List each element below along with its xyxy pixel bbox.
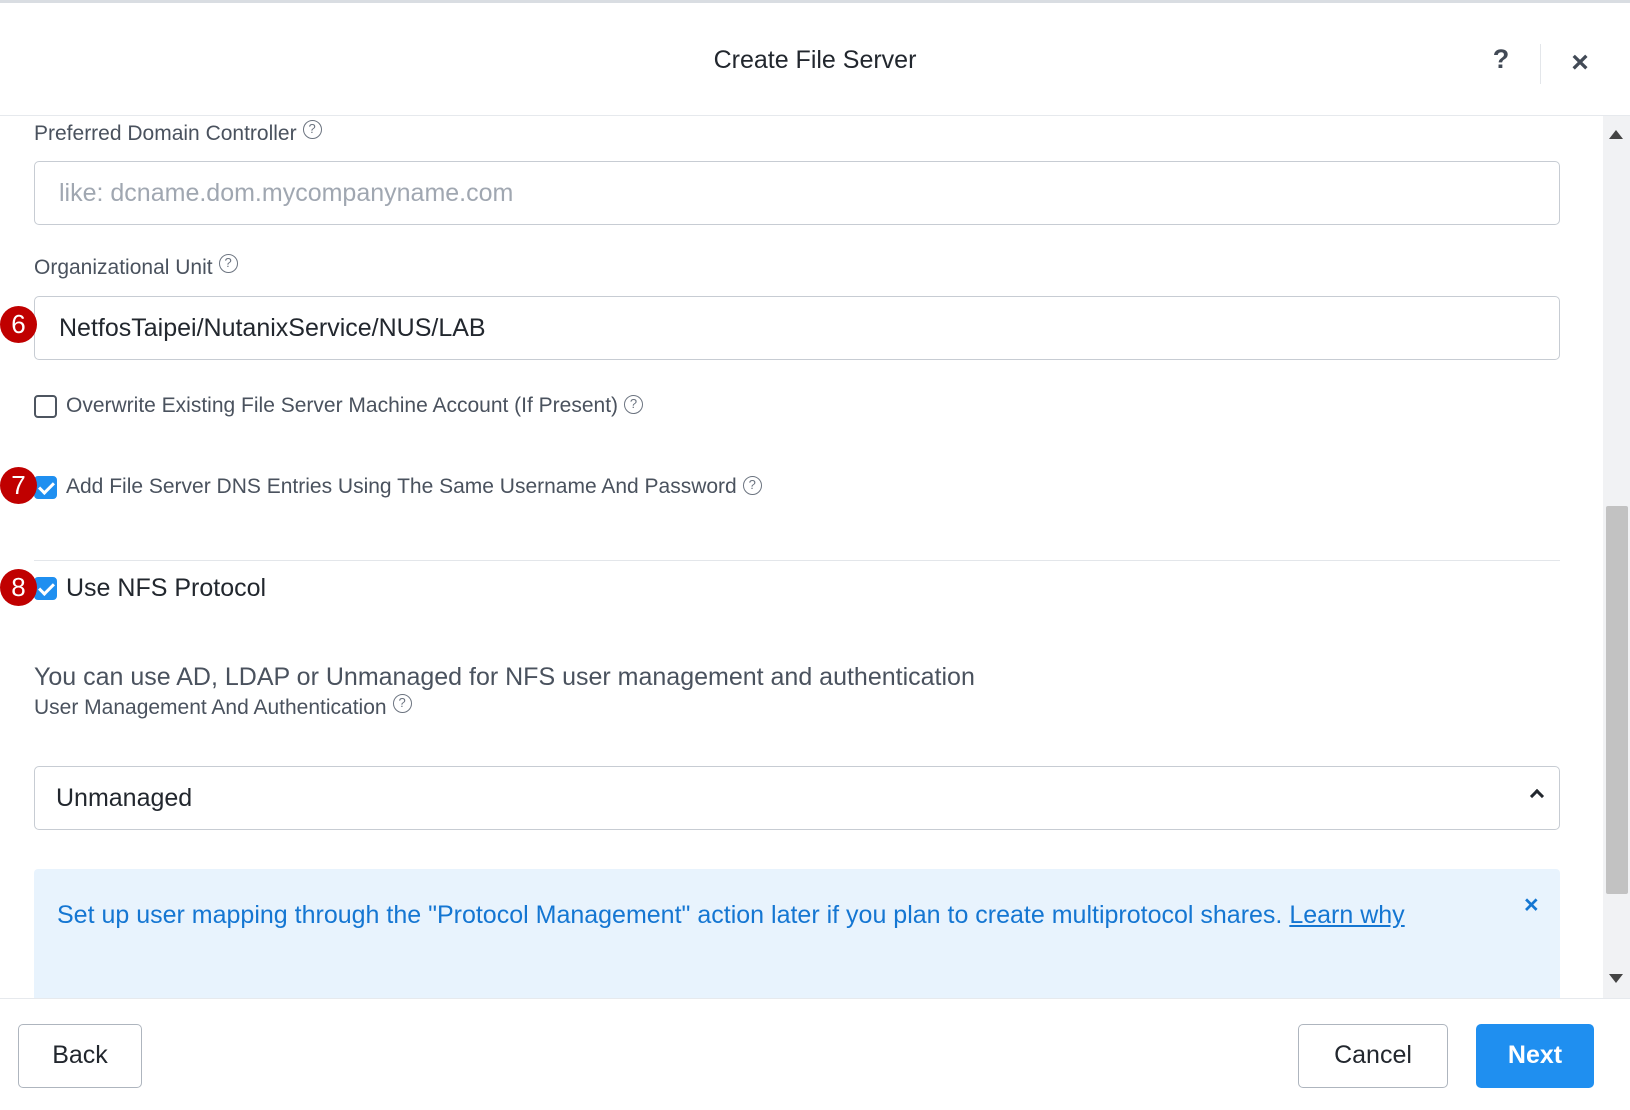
question-circle-icon[interactable]: ?	[218, 254, 238, 273]
question-circle-icon[interactable]: ?	[392, 694, 412, 713]
question-circle-icon[interactable]: ?	[624, 394, 644, 414]
step-8-badge: 8	[0, 569, 37, 606]
dialog-header: Create File Server ? ×	[0, 6, 1630, 116]
info-banner: Set up user mapping through the "Protoco…	[34, 869, 1560, 998]
question-circle-icon[interactable]: ?	[742, 475, 762, 495]
preferred-dc-label-text: Preferred Domain Controller	[34, 122, 297, 145]
learn-why-link[interactable]: Learn why	[1289, 901, 1404, 929]
use-nfs-checkbox[interactable]	[34, 577, 57, 600]
dialog-body[interactable]: Preferred Domain Controller? Organizatio…	[0, 116, 1630, 998]
add-dns-entries-row[interactable]: Add File Server DNS Entries Using The Sa…	[34, 475, 762, 499]
info-banner-text: Set up user mapping through the "Protoco…	[57, 901, 1290, 929]
vertical-scrollbar[interactable]	[1603, 116, 1630, 998]
step-6-badge: 6	[0, 306, 37, 343]
help-icon[interactable]: ?	[1488, 44, 1514, 78]
overwrite-account-checkbox[interactable]	[34, 394, 57, 418]
overwrite-account-label: Overwrite Existing File Server Machine A…	[66, 394, 619, 417]
create-file-server-dialog: Create File Server ? × Preferred Domain …	[0, 0, 1630, 1110]
org-unit-label-text: Organizational Unit	[34, 256, 213, 279]
chevron-up-icon	[1529, 788, 1545, 804]
cancel-button[interactable]: Cancel	[1298, 1024, 1448, 1088]
preferred-dc-label: Preferred Domain Controller?	[34, 120, 322, 146]
user-mgmt-label-text: User Management And Authentication	[34, 696, 387, 719]
org-unit-input[interactable]	[34, 296, 1560, 360]
user-mgmt-selected-value: Unmanaged	[56, 784, 193, 812]
step-7-badge: 7	[0, 467, 37, 504]
user-mgmt-label: User Management And Authentication?	[34, 694, 412, 720]
add-dns-entries-checkbox[interactable]	[34, 475, 57, 499]
close-icon[interactable]: ×	[1563, 46, 1597, 80]
section-divider	[34, 560, 1560, 561]
preferred-dc-input[interactable]	[34, 161, 1560, 225]
nfs-description: You can use AD, LDAP or Unmanaged for NF…	[34, 663, 975, 691]
use-nfs-row[interactable]: Use NFS Protocol	[34, 574, 266, 603]
scroll-down-arrow-icon[interactable]	[1609, 974, 1623, 983]
use-nfs-label: Use NFS Protocol	[66, 574, 267, 602]
dialog-title: Create File Server	[713, 46, 917, 74]
info-banner-message: Set up user mapping through the "Protoco…	[57, 893, 1487, 937]
next-button[interactable]: Next	[1476, 1024, 1594, 1088]
scrollbar-thumb[interactable]	[1606, 506, 1628, 894]
dialog-footer: Back Cancel Next	[0, 998, 1630, 1110]
header-divider	[1540, 44, 1541, 84]
info-banner-close-icon[interactable]: ×	[1524, 891, 1539, 920]
scroll-up-arrow-icon[interactable]	[1609, 130, 1623, 139]
add-dns-entries-label: Add File Server DNS Entries Using The Sa…	[66, 475, 737, 498]
question-circle-icon[interactable]: ?	[302, 120, 322, 139]
org-unit-label: Organizational Unit?	[34, 254, 238, 280]
overwrite-account-row[interactable]: Overwrite Existing File Server Machine A…	[34, 394, 644, 418]
user-mgmt-select[interactable]: Unmanaged	[34, 766, 1560, 830]
back-button[interactable]: Back	[18, 1024, 142, 1088]
